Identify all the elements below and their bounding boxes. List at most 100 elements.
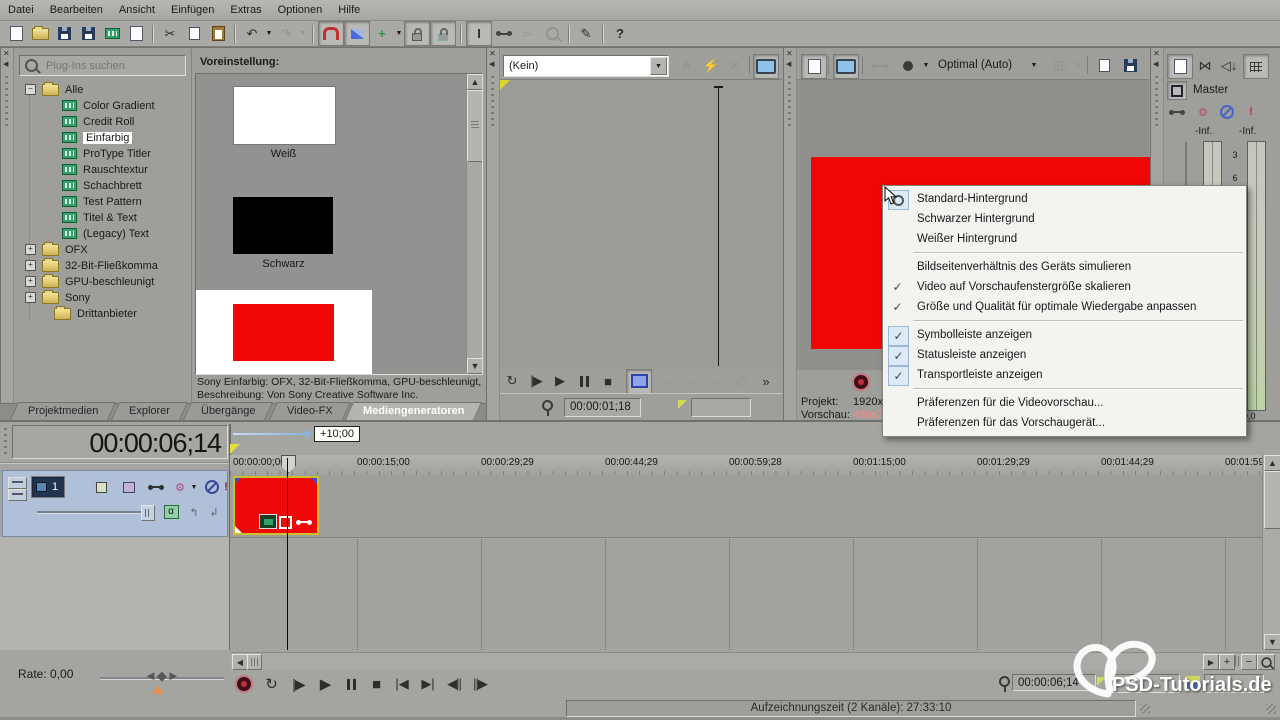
close-icon[interactable]: ✕ (1153, 49, 1160, 58)
preview-quality-button[interactable] (896, 54, 920, 77)
close-icon[interactable]: ✕ (489, 49, 496, 58)
automation-settings-button[interactable] (1193, 103, 1213, 121)
menu-optionen[interactable]: Optionen (270, 4, 331, 16)
master-bus-button[interactable] (1167, 81, 1187, 100)
close-icon[interactable]: ✕ (3, 49, 10, 58)
redo-button[interactable] (274, 22, 298, 45)
transport-overflow-button[interactable] (754, 370, 778, 393)
preset-swatch-schwarz[interactable] (233, 197, 333, 254)
tree-item-ofx[interactable]: + OFX (14, 241, 192, 257)
menu-item-statusleiste[interactable]: Statusleiste anzeigen (883, 345, 1246, 366)
auto-crossfades-button[interactable] (344, 21, 370, 46)
tree-item-gpu[interactable]: + GPU-beschleunigt (14, 273, 192, 289)
zoom-out-button[interactable] (1241, 654, 1257, 670)
save-preset-button[interactable]: A (675, 54, 699, 77)
keyframe-cursor-time[interactable]: 00:00:01;18 (564, 398, 641, 417)
keyframe-canvas[interactable] (500, 79, 782, 368)
paste-button[interactable] (206, 22, 230, 45)
event-pan-crop-icon[interactable] (279, 516, 292, 529)
selection-length-field[interactable] (691, 398, 751, 417)
menu-item-groesse-qualitaet[interactable]: Größe und Qualität für optimale Wiederga… (883, 297, 1246, 317)
timeline-vscrollbar[interactable] (1262, 455, 1280, 650)
track-1-lane[interactable] (230, 475, 1262, 538)
dim-output-button[interactable]: ◁↓ (1217, 54, 1241, 77)
tree-item-sony[interactable]: + Sony (14, 289, 192, 305)
copy-snapshot-button[interactable] (1092, 54, 1116, 77)
go-to-end-button[interactable] (415, 673, 441, 696)
quality-dropdown[interactable] (920, 54, 932, 77)
tab-projektmedien[interactable]: Projektmedien (9, 402, 117, 420)
tab-video-fx[interactable]: Video-FX (268, 402, 351, 420)
track-level-slider-handle[interactable] (141, 505, 155, 521)
menu-item-symbolleiste[interactable]: Symbolleiste anzeigen (883, 325, 1246, 346)
edit-details-button[interactable] (124, 22, 148, 45)
tree-item-plugin[interactable]: ProType Titler (14, 146, 192, 161)
normal-edit-tool-button[interactable]: I (466, 21, 492, 46)
play-button[interactable] (548, 370, 572, 393)
transport-timecode[interactable]: 00:00:06;14 (1012, 674, 1096, 691)
close-icon[interactable]: ✕ (786, 49, 793, 58)
zoom-edit-tool-button[interactable] (540, 22, 564, 45)
previous-frame-button[interactable] (441, 673, 467, 696)
expand-expander-icon[interactable]: + (25, 276, 36, 287)
enable-snapping-button[interactable] (318, 21, 344, 46)
auto-ripple-dropdown[interactable] (394, 22, 404, 45)
window-grip[interactable]: ✕ ◀ (784, 48, 797, 421)
collapse-icon[interactable]: ◀ (489, 60, 494, 68)
event-fx-icon[interactable] (296, 517, 313, 528)
overlay-dropdown[interactable] (1072, 54, 1084, 77)
menu-datei[interactable]: Datei (0, 4, 42, 16)
expand-expander-icon[interactable]: + (25, 292, 36, 303)
external-monitor-button[interactable] (833, 54, 859, 79)
hscrollbar-thumb[interactable] (247, 654, 262, 670)
split-screen-button[interactable] (868, 54, 892, 77)
show-mixer-console-button[interactable] (1243, 54, 1269, 79)
scroll-down-icon[interactable] (467, 358, 482, 374)
play-button[interactable] (312, 673, 339, 696)
menu-item-schwarzer-hintergrund[interactable]: Schwarzer Hintergrund (883, 209, 1246, 229)
save-snapshot-button[interactable] (1118, 54, 1142, 77)
playhead-line[interactable] (287, 458, 288, 650)
whats-this-help-button[interactable] (608, 22, 632, 45)
track-fx-button[interactable] (145, 478, 167, 496)
chevron-down-icon[interactable] (650, 57, 667, 75)
preview-quality-label[interactable]: Optimal (Auto) (938, 59, 1012, 71)
redo-dropdown[interactable] (298, 22, 308, 45)
big-timecode-display[interactable]: 00:00:06;14 (12, 425, 228, 459)
video-preview-toggle-button[interactable] (753, 54, 779, 79)
copy-button[interactable] (182, 22, 206, 45)
shuttle-slider-handle[interactable]: ◄◆► (144, 668, 180, 684)
play-from-start-button[interactable] (524, 370, 548, 393)
compositing-mode-button[interactable] (161, 503, 181, 521)
menu-einfuegen[interactable]: Einfügen (163, 4, 222, 16)
minimize-track-button[interactable] (8, 477, 27, 489)
event-clip-einfarbig[interactable] (233, 476, 319, 535)
window-grip[interactable]: ✕ ◀ (1, 48, 14, 403)
event-paint-tool-button[interactable] (574, 22, 598, 45)
go-to-start-button[interactable] (389, 673, 415, 696)
record-button[interactable] (850, 372, 872, 392)
fade-handle-left[interactable] (235, 478, 241, 484)
tree-item-plugin[interactable]: Schachbrett (14, 178, 192, 193)
preset-combo[interactable]: (Kein) (503, 55, 669, 77)
tree-item-alle[interactable]: − Alle (14, 81, 192, 97)
tree-item-plugin[interactable]: Credit Roll (14, 114, 192, 129)
tree-item-einfarbig-selected[interactable]: Einfarbig (14, 130, 192, 145)
make-compositing-child-button[interactable] (205, 503, 223, 521)
make-compositing-parent-button[interactable] (185, 503, 203, 521)
envelope-edit-tool-button[interactable] (492, 22, 516, 45)
menu-item-standard-hintergrund[interactable]: Standard-Hintergrund (883, 189, 1246, 210)
timeline-ruler[interactable]: 00:00:00;00 00:00:15;00 00:00:29;29 00:0… (230, 455, 1262, 476)
zoom-in-button[interactable] (1219, 654, 1235, 670)
tree-item-plugin[interactable]: Test Pattern (14, 194, 192, 209)
stop-button[interactable] (364, 673, 389, 696)
play-from-start-button[interactable] (285, 673, 312, 696)
track-level-slider-track[interactable] (37, 511, 153, 514)
preset-scrollbar[interactable] (466, 74, 482, 374)
loop-region-start-marker[interactable] (230, 444, 240, 454)
automation-settings-button[interactable] (171, 478, 189, 496)
preview-properties-button[interactable] (801, 54, 827, 79)
remove-fx-button[interactable] (723, 54, 747, 77)
tree-item-32bit[interactable]: +32-Bit-Fließkomma (14, 257, 192, 273)
last-keyframe-button[interactable] (706, 370, 730, 393)
